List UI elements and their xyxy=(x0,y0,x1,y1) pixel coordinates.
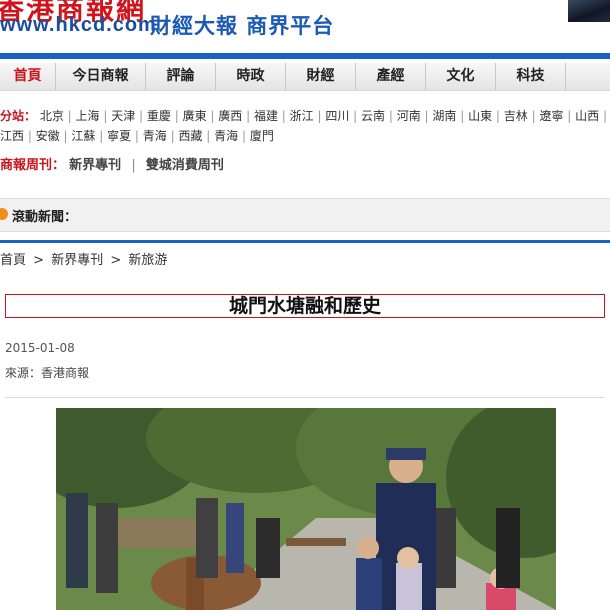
nav-item[interactable]: 科技 xyxy=(496,63,566,90)
region-link[interactable]: 河南 xyxy=(397,109,421,123)
region-separator: | xyxy=(313,109,326,123)
region-separator: | xyxy=(238,129,250,143)
breadcrumb: 首頁 > 新界專刊 > 新旅游 xyxy=(0,249,167,268)
region-link[interactable]: 西藏 xyxy=(178,129,202,143)
weekly-link-new-territories[interactable]: 新界專刊 xyxy=(69,158,121,173)
main-nav: 首頁 今日商報 評論 時政 財經 產經 文化 科技 xyxy=(0,63,610,91)
region-separator: | xyxy=(527,109,540,123)
region-link[interactable]: 江西 xyxy=(0,129,24,143)
region-separator: | xyxy=(59,129,72,143)
nav-item[interactable]: 評論 xyxy=(146,63,216,90)
region-link[interactable]: 天津 xyxy=(111,109,135,123)
region-link[interactable]: 寧夏 xyxy=(107,129,131,143)
content-divider xyxy=(0,240,610,243)
region-links: 分站： 北京 | 上海 | 天津 | 重慶 | 廣東 | 廣西 | 福建 | 浙… xyxy=(0,106,610,146)
nav-item[interactable]: 產經 xyxy=(356,63,426,90)
region-separator: | xyxy=(277,109,290,123)
breadcrumb-section[interactable]: 新界專刊 xyxy=(51,253,103,268)
region-link[interactable]: 重慶 xyxy=(147,109,171,123)
region-separator: | xyxy=(492,109,504,123)
nav-item[interactable]: 今日商報 xyxy=(56,63,146,90)
article-date: 2015-01-08 xyxy=(5,341,75,355)
nav-item[interactable]: 首頁 xyxy=(0,63,56,90)
weekly-label: 商報周刊： xyxy=(0,158,66,173)
nav-item[interactable]: 時政 xyxy=(216,63,286,90)
region-link[interactable]: 廣東 xyxy=(183,109,207,123)
region-separator: | xyxy=(599,109,608,123)
region-separator: | xyxy=(170,109,183,123)
region-label: 分站： xyxy=(0,109,37,123)
region-separator: | xyxy=(420,109,433,123)
region-separator: | xyxy=(63,109,76,123)
weekly-separator: | xyxy=(131,158,136,173)
region-separator: | xyxy=(563,109,576,123)
breadcrumb-subsection[interactable]: 新旅游 xyxy=(128,253,167,268)
region-separator: | xyxy=(385,109,397,123)
region-link[interactable]: 遼寧 xyxy=(539,109,563,123)
breadcrumb-separator: > xyxy=(110,253,122,268)
region-link[interactable]: 四川 xyxy=(325,109,349,123)
region-link[interactable]: 浙江 xyxy=(290,109,314,123)
article-title: 城門水塘融和歷史 xyxy=(5,294,605,318)
region-link[interactable]: 江蘇 xyxy=(71,129,95,143)
speaker-icon xyxy=(0,208,8,220)
weekly-links: 商報周刊： 新界專刊 | 雙城消費周刊 xyxy=(0,154,224,173)
region-separator: | xyxy=(24,129,36,143)
region-link[interactable]: 山東 xyxy=(468,109,492,123)
region-link[interactable]: 北京 xyxy=(40,109,64,123)
scroll-news-bar: 滾動新聞： xyxy=(0,198,610,232)
header-divider xyxy=(0,53,610,59)
region-link[interactable]: 云南 xyxy=(361,109,385,123)
breadcrumb-separator: > xyxy=(33,253,45,268)
region-link[interactable]: 廣西 xyxy=(218,109,242,123)
region-link[interactable]: 福建 xyxy=(254,109,278,123)
article-source: 來源：香港商報 xyxy=(5,366,90,380)
region-separator: | xyxy=(242,109,254,123)
region-separator: | xyxy=(206,109,219,123)
article-divider xyxy=(5,397,605,398)
region-separator: | xyxy=(135,109,147,123)
nav-item[interactable]: 財經 xyxy=(286,63,356,90)
region-separator: | xyxy=(456,109,469,123)
region-link[interactable]: 青海 xyxy=(214,129,238,143)
region-separator: | xyxy=(95,129,108,143)
region-separator: | xyxy=(99,109,112,123)
region-link[interactable]: 廈門 xyxy=(250,129,274,143)
region-link[interactable]: 上海 xyxy=(76,109,100,123)
nav-item[interactable]: 文化 xyxy=(426,63,496,90)
article-photo xyxy=(56,408,556,610)
breadcrumb-home[interactable]: 首頁 xyxy=(0,253,26,268)
region-separator: | xyxy=(166,129,179,143)
header-slogan: 財經大報 商界平台 xyxy=(150,14,335,38)
region-link[interactable]: 山西 xyxy=(575,109,599,123)
region-link[interactable]: 青海 xyxy=(143,129,167,143)
scroll-news-label: 滾動新聞： xyxy=(12,210,78,225)
region-link[interactable]: 湖南 xyxy=(432,109,456,123)
header-banner-image xyxy=(568,0,610,22)
region-separator: | xyxy=(349,109,362,123)
logo-url-text: www.hkcd.com xyxy=(0,14,157,36)
region-link[interactable]: 吉林 xyxy=(504,109,528,123)
region-link[interactable]: 安徽 xyxy=(36,129,60,143)
region-separator: | xyxy=(202,129,215,143)
weekly-link-twin-city[interactable]: 雙城消費周刊 xyxy=(146,158,224,173)
region-separator: | xyxy=(131,129,143,143)
